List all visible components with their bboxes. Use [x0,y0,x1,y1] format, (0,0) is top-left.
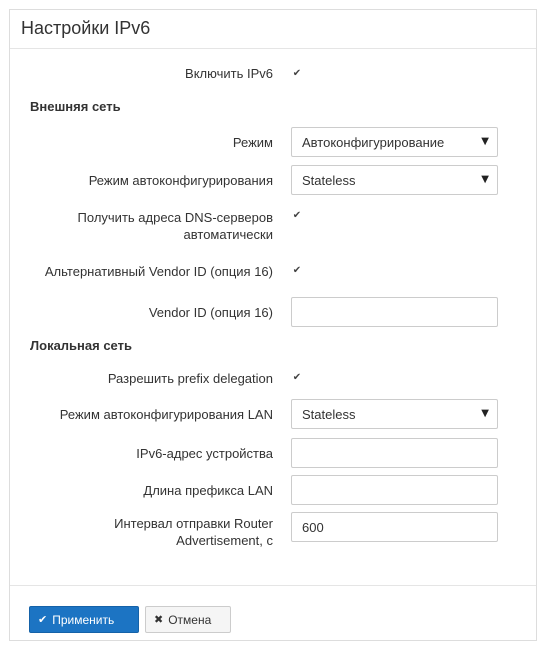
check-icon: ✔ [292,371,302,383]
alt-vendor-id-checkbox[interactable]: ✔ [291,264,303,276]
caret-down-icon: ▼ [481,136,489,147]
check-icon: ✔ [38,613,48,626]
dns-auto-label-line1: Получить адреса DNS-серверов [77,210,273,225]
cancel-button-label: Отмена [168,612,212,627]
page-title: Настройки IPv6 [21,18,151,38]
device-address-label: IPv6-адрес устройства [136,446,273,461]
vendor-id-input[interactable] [291,297,498,327]
title-divider [10,48,536,49]
autoconf-mode-lan-label: Режим автоконфигурирования LAN [59,407,273,422]
wan-section-title: Внешняя сеть [30,99,121,114]
prefix-delegation-label: Разрешить prefix delegation [107,371,273,386]
check-icon: ✔ [292,209,302,221]
apply-button-label: Применить [52,612,115,627]
apply-button[interactable]: ✔ Применить [29,606,139,633]
mode-select-value: Автоконфигурирование [302,134,445,150]
mode-select[interactable]: Автоконфигурирование ▼ [291,127,498,157]
ra-interval-input[interactable] [291,512,498,542]
dns-auto-checkbox[interactable]: ✔ [291,209,303,221]
cancel-button[interactable]: ✖ Отмена [145,606,231,633]
caret-down-icon: ▼ [481,408,489,419]
prefix-length-label: Длина префикса LAN [143,483,273,498]
alt-vendor-id-label: Альтернативный Vendor ID (опция 16) [44,264,273,279]
prefix-length-input[interactable] [291,475,498,505]
dns-auto-label: Получить адреса DNS-серверов автоматичес… [78,209,273,243]
ra-interval-label: Интервал отправки Router Advertisement, … [114,515,273,549]
autoconf-mode-lan-select-value: Stateless [302,406,356,422]
lan-section-title: Локальная сеть [30,338,132,353]
device-address-input[interactable] [291,438,498,468]
caret-down-icon: ▼ [481,174,489,185]
vendor-id-label: Vendor ID (опция 16) [148,305,273,320]
check-icon: ✔ [292,264,302,276]
autoconf-mode-label: Режим автоконфигурирования [88,173,273,188]
ra-interval-label-line1: Интервал отправки Router [114,516,273,531]
check-icon: ✔ [292,67,302,79]
enable-ipv6-label: Включить IPv6 [185,66,273,81]
autoconf-mode-select[interactable]: Stateless ▼ [291,165,498,195]
close-icon: ✖ [154,613,164,626]
footer-divider [10,585,536,586]
autoconf-mode-lan-select[interactable]: Stateless ▼ [291,399,498,429]
dns-auto-label-line2: автоматически [183,227,273,242]
enable-ipv6-checkbox[interactable]: ✔ [291,67,303,79]
ra-interval-label-line2: Advertisement, с [176,533,273,548]
prefix-delegation-checkbox[interactable]: ✔ [291,371,303,383]
autoconf-mode-select-value: Stateless [302,172,356,188]
mode-label: Режим [232,135,273,150]
